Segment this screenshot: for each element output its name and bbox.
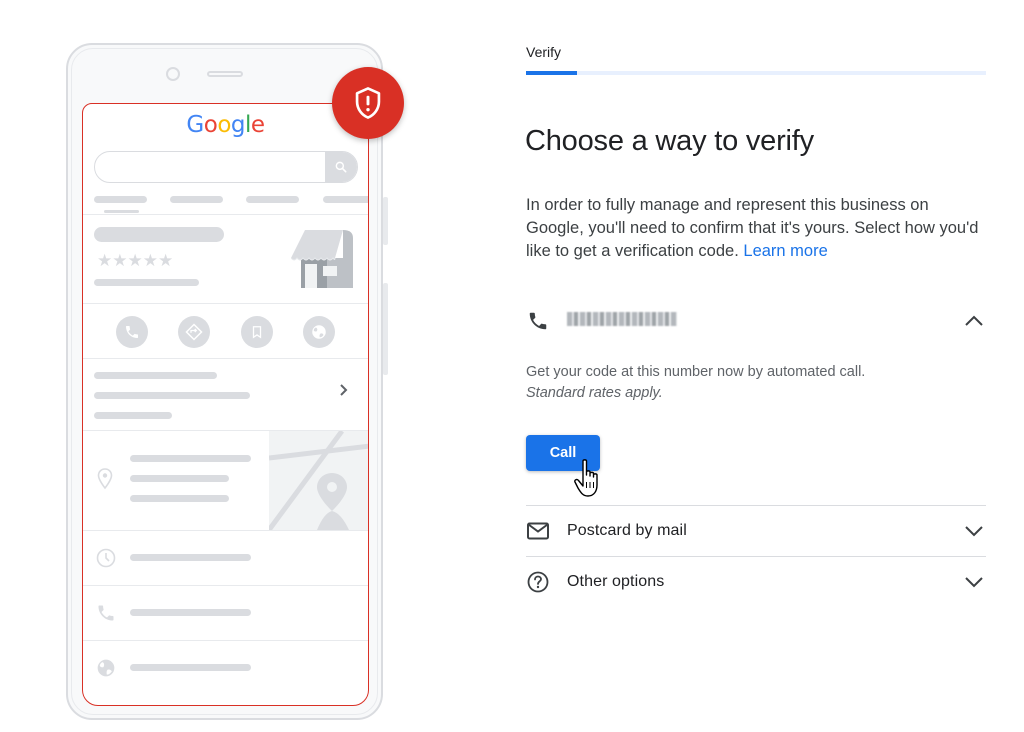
chevron-up-icon[interactable] [962,309,986,333]
page-title: Choose a way to verify [525,125,814,157]
placeholder-bar [130,664,251,671]
mail-icon [526,519,550,543]
placeholder-bar [170,196,223,203]
storefront-icon [291,230,353,288]
logo-letter: o [203,112,218,138]
option-phone-label [567,311,962,331]
phone-camera [166,67,180,81]
mock-search-bar [94,151,358,183]
option-other-label: Other options [567,573,665,590]
phone-icon [96,603,116,628]
placeholder-bar [94,227,224,242]
logo-letter: e [250,112,265,138]
bookmark-icon [240,316,273,348]
divider [83,585,368,586]
phone-speaker [207,71,243,77]
step-label: Verify [526,44,562,60]
directions-icon [178,316,211,348]
progress-bar [526,71,986,75]
divider [83,530,368,531]
logo-letter: o [217,112,231,138]
redacted-phone-number [567,311,677,326]
map-thumbnail [269,431,368,530]
option-postcard[interactable]: Postcard by mail [526,506,986,556]
phone-icon [526,309,550,333]
globe-icon [302,316,335,348]
option-postcard-label: Postcard by mail [567,522,687,539]
chevron-down-icon[interactable] [962,519,986,543]
placeholder-bar [246,196,299,203]
phone-side-button [383,197,388,245]
learn-more-link[interactable]: Learn more [743,242,827,260]
divider [83,303,368,304]
tab-indicator [104,210,139,213]
placeholder-bar [323,196,368,203]
option-phone-header[interactable] [526,296,986,346]
phone-illustration: Google ★★★★★ [66,43,388,720]
progress-fill [526,71,577,75]
placeholder-bar [94,392,250,399]
placeholder-bar [94,279,199,286]
placeholder-bar [130,554,251,561]
globe-icon [96,658,116,683]
rates-note: Standard rates apply. [526,385,663,401]
placeholder-bar [94,412,172,419]
placeholder-bar [130,475,229,482]
phone-screen: Google ★★★★★ [82,103,369,706]
placeholder-bar [130,455,251,462]
search-icon [325,152,357,182]
option-other[interactable]: Other options [526,557,986,607]
verification-alert-badge [332,67,404,139]
rating-stars: ★★★★★ [97,251,174,270]
clock-icon [96,548,116,573]
hand-cursor-icon [574,459,598,497]
description: In order to fully manage and represent t… [526,194,986,263]
option-phone-detail: Get your code at this number now by auto… [526,362,865,404]
phone-icon [116,316,149,348]
placeholder-bar [94,196,147,203]
chevron-down-icon[interactable] [962,570,986,594]
location-pin-icon [97,468,113,495]
chevron-right-icon [339,383,349,397]
mock-action-row [83,316,368,348]
placeholder-bar [94,372,217,379]
divider [83,214,368,215]
google-logo: Google [83,112,368,138]
placeholder-bar [130,495,229,502]
logo-letter: G [186,112,204,138]
phone-side-button [383,283,388,375]
help-circle-icon [526,570,550,594]
divider [83,640,368,641]
shield-alert-icon [355,87,381,119]
placeholder-bar [130,609,251,616]
call-description: Get your code at this number now by auto… [526,364,866,380]
divider [83,358,368,359]
logo-letter: g [230,112,246,138]
